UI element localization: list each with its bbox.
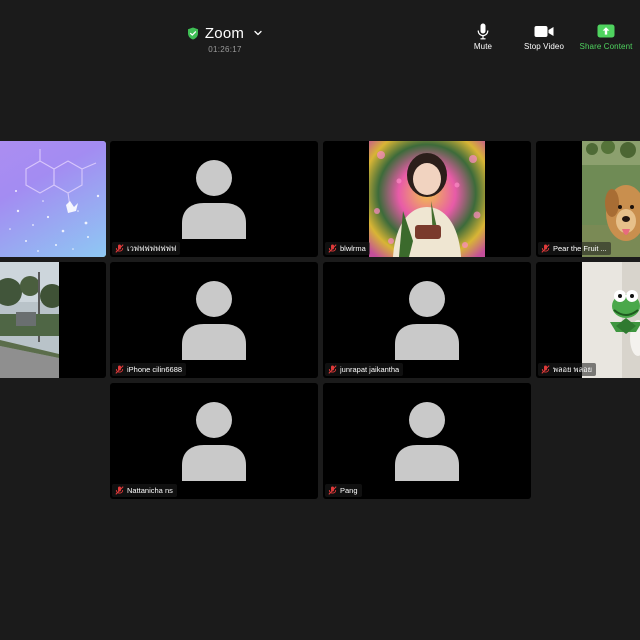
participant-nametag: พลอย พลอย — [538, 363, 596, 376]
muted-microphone-icon — [541, 365, 550, 374]
participant-video — [0, 262, 59, 378]
muted-microphone-icon — [541, 244, 550, 253]
muted-microphone-icon — [328, 486, 337, 495]
muted-microphone-icon — [328, 244, 337, 253]
participant-tile[interactable]: พลอย พลอย — [536, 262, 640, 378]
share-content-button[interactable]: Share Content — [576, 22, 636, 51]
video-camera-icon — [534, 25, 554, 37]
mute-button[interactable]: Mute — [468, 22, 498, 51]
avatar-placeholder-icon — [182, 160, 246, 239]
participant-video — [369, 141, 485, 257]
muted-microphone-icon — [115, 365, 124, 374]
microphone-icon — [477, 23, 489, 39]
participant-tile[interactable]: junrapat jaikantha — [323, 262, 531, 378]
participant-video — [582, 262, 640, 378]
participant-nametag: เวฟฟฟฟฟฟฟฟ — [112, 242, 181, 255]
participant-nametag: iPhone cilin6688 — [112, 363, 187, 376]
participant-tile[interactable]: เวฟฟฟฟฟฟฟฟ — [110, 141, 318, 257]
avatar-placeholder-icon — [182, 281, 246, 360]
zoom-meeting-window: Zoom 01:26:17 Mute Stop Video Share Cont… — [0, 0, 640, 640]
participant-tile[interactable]: Pang — [323, 383, 531, 499]
participant-nametag: junrapat jaikantha — [325, 363, 404, 376]
participant-nametag: Nattanicha ns — [112, 484, 177, 497]
participant-tile[interactable]: Pear the Fruit ... — [536, 141, 640, 257]
participant-video — [0, 141, 106, 257]
participant-name: iPhone cilin6688 — [127, 365, 183, 374]
participant-name: Pear the Fruit ... — [553, 244, 607, 253]
participant-nametag: Pear the Fruit ... — [538, 242, 611, 255]
muted-microphone-icon — [328, 365, 337, 374]
participant-video — [582, 141, 640, 257]
participant-name: blwlrma — [340, 244, 366, 253]
stop-video-button[interactable]: Stop Video — [520, 22, 568, 51]
participant-tile[interactable] — [0, 262, 106, 378]
participant-tile[interactable]: blwlrma — [323, 141, 531, 257]
mute-label: Mute — [473, 42, 493, 51]
participant-tile[interactable]: Nattanicha ns — [110, 383, 318, 499]
participant-tile[interactable]: iPhone cilin6688 — [110, 262, 318, 378]
avatar-placeholder-icon — [182, 402, 246, 481]
participant-name: เวฟฟฟฟฟฟฟฟ — [127, 243, 177, 253]
participant-name: junrapat jaikantha — [340, 365, 400, 374]
participant-name: พลอย พลอย — [553, 364, 592, 374]
avatar-placeholder-icon — [395, 402, 459, 481]
muted-microphone-icon — [115, 486, 124, 495]
stop-video-label: Stop Video — [524, 42, 564, 51]
share-content-label: Share Content — [579, 42, 633, 51]
participant-name: Pang — [340, 486, 358, 495]
participant-name: Nattanicha ns — [127, 486, 173, 495]
participant-nametag: blwlrma — [325, 242, 370, 255]
participant-nametag: Pang — [325, 484, 362, 497]
avatar-placeholder-icon — [395, 281, 459, 360]
share-screen-icon — [597, 24, 615, 38]
muted-microphone-icon — [115, 244, 124, 253]
top-toolbar: Mute Stop Video Share Content — [0, 22, 640, 54]
participant-tile[interactable] — [0, 141, 106, 257]
